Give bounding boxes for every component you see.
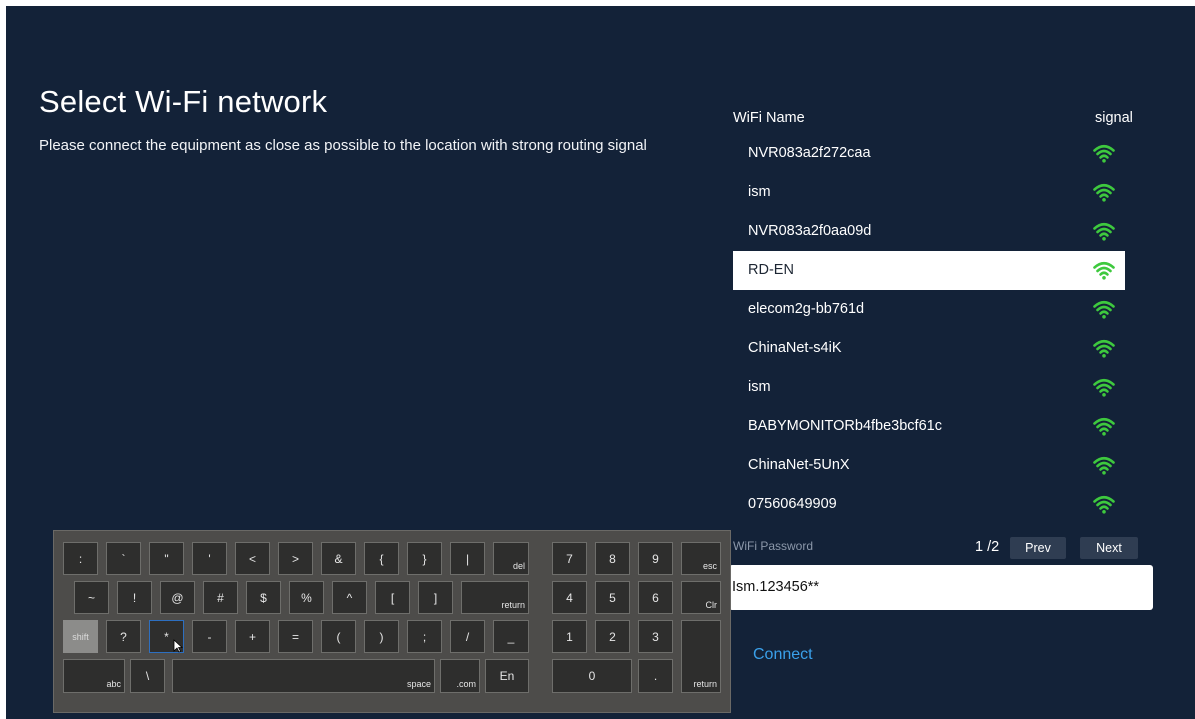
esc-key[interactable]: esc [681, 542, 721, 575]
keyboard-key[interactable]: 8 [595, 542, 630, 575]
keyboard-key[interactable]: . [638, 659, 673, 693]
keyboard-key[interactable]: 2 [595, 620, 630, 653]
keyboard-key[interactable]: < [235, 542, 270, 575]
keyboard-key[interactable]: # [203, 581, 238, 614]
wifi-signal-icon [1093, 417, 1115, 436]
keyboard-key[interactable]: ) [364, 620, 399, 653]
keyboard-key[interactable]: [ [375, 581, 410, 614]
keyboard-key[interactable]: ! [117, 581, 152, 614]
keyboard-key[interactable]: ( [321, 620, 356, 653]
wifi-network-row[interactable]: NVR083a2f272caa [733, 134, 1125, 173]
wifi-network-row[interactable]: ChinaNet-s4iK [733, 329, 1125, 368]
wifi-network-name: ism [748, 184, 771, 200]
wifi-network-row[interactable]: ChinaNet-5UnX [733, 446, 1125, 485]
wifi-signal-icon [1093, 456, 1115, 475]
keyboard-key[interactable]: 9 [638, 542, 673, 575]
prev-page-button[interactable]: Prev [1010, 537, 1066, 559]
wifi-network-row[interactable]: NVR083a2f0aa09d [733, 212, 1125, 251]
wifi-setup-screen: Select Wi-Fi network Please connect the … [6, 6, 1195, 719]
wifi-signal-icon [1093, 222, 1115, 241]
page-title: Select Wi-Fi network [39, 84, 328, 119]
keyboard-key[interactable]: 4 [552, 581, 587, 614]
keyboard-key[interactable]: + [235, 620, 270, 653]
wifi-network-row[interactable]: elecom2g-bb761d [733, 290, 1125, 329]
next-page-button[interactable]: Next [1080, 537, 1138, 559]
wifi-signal-icon [1093, 495, 1115, 514]
page-indicator: 1 /2 [975, 539, 1000, 555]
space-key[interactable]: space [172, 659, 435, 693]
dotcom-key[interactable]: .com [440, 659, 480, 693]
del-key[interactable]: del [493, 542, 529, 575]
keyboard-key[interactable]: - [192, 620, 227, 653]
wifi-password-label: WiFi Password [733, 539, 814, 553]
wifi-network-name: BABYMONITORb4fbe3bcf61c [748, 418, 942, 434]
language-key[interactable]: En [485, 659, 529, 693]
wifi-network-name: NVR083a2f0aa09d [748, 223, 872, 239]
keyboard-key[interactable]: / [450, 620, 485, 653]
keyboard-key[interactable]: \ [130, 659, 165, 693]
keyboard-key[interactable]: 7 [552, 542, 587, 575]
wifi-network-row[interactable]: 07560649909 [733, 485, 1125, 524]
keyboard-key[interactable]: { [364, 542, 399, 575]
keyboard-key[interactable]: 0 [552, 659, 632, 693]
wifi-signal-icon [1093, 300, 1115, 319]
connect-button[interactable]: Connect [753, 646, 813, 664]
wifi-network-name: ChinaNet-5UnX [748, 457, 850, 473]
keyboard-key[interactable]: & [321, 542, 356, 575]
keyboard-key[interactable]: 1 [552, 620, 587, 653]
mouse-pointer-icon [173, 639, 183, 653]
abc-key[interactable]: abc [63, 659, 125, 693]
return-key[interactable]: return [461, 581, 529, 614]
keyboard-key[interactable]: ` [106, 542, 141, 575]
keyboard-key[interactable]: $ [246, 581, 281, 614]
wifi-network-row[interactable]: BABYMONITORb4fbe3bcf61c [733, 407, 1125, 446]
keyboard-key[interactable]: = [278, 620, 313, 653]
keyboard-key[interactable]: | [450, 542, 485, 575]
keyboard-key[interactable]: % [289, 581, 324, 614]
return-key[interactable]: return [681, 620, 721, 693]
wifi-password-input[interactable]: Ism.123456** [729, 565, 1153, 610]
keyboard-key[interactable]: : [63, 542, 98, 575]
wifi-signal-icon [1093, 261, 1115, 280]
wifi-signal-icon [1093, 378, 1115, 397]
keyboard-key[interactable]: ] [418, 581, 453, 614]
page-subtitle: Please connect the equipment as close as… [39, 137, 647, 154]
keyboard-key[interactable]: ; [407, 620, 442, 653]
clear-key[interactable]: Clr [681, 581, 721, 614]
wifi-network-row[interactable]: ism [733, 173, 1125, 212]
wifi-network-row[interactable]: ism [733, 368, 1125, 407]
wifi-signal-icon [1093, 339, 1115, 358]
keyboard-key[interactable]: 6 [638, 581, 673, 614]
keyboard-key[interactable]: > [278, 542, 313, 575]
wifi-network-name: elecom2g-bb761d [748, 301, 865, 317]
wifi-network-list: NVR083a2f272caa ism NVR083a2f0aa09d RD-EN el… [733, 134, 1125, 524]
wifi-signal-icon [1093, 144, 1115, 163]
keyboard-key[interactable]: } [407, 542, 442, 575]
on-screen-keyboard: : ` " ' < > &{} | del ~! @ # $% ^[] return shift? * - + =()… [53, 530, 731, 713]
wifi-network-row[interactable]: RD-EN [733, 251, 1125, 290]
wifi-network-name: ism [748, 379, 771, 395]
keyboard-key[interactable]: @ [160, 581, 195, 614]
wifi-network-name: ChinaNet-s4iK [748, 340, 842, 356]
keyboard-key[interactable]: " [149, 542, 184, 575]
keyboard-key[interactable]: 3 [638, 620, 673, 653]
wifi-network-name: NVR083a2f272caa [748, 145, 871, 161]
keyboard-key[interactable]: ' [192, 542, 227, 575]
keyboard-key[interactable]: ~ [74, 581, 109, 614]
wifi-network-name: RD-EN [748, 262, 794, 278]
keyboard-key[interactable]: _ [493, 620, 529, 653]
keyboard-key[interactable]: 5 [595, 581, 630, 614]
wifi-signal-icon [1093, 183, 1115, 202]
signal-column-header: signal [1095, 110, 1133, 126]
keyboard-key[interactable]: ^ [332, 581, 367, 614]
wifi-network-name: 07560649909 [748, 496, 837, 512]
wifi-name-column-header: WiFi Name [733, 110, 805, 126]
shift-key[interactable]: shift [63, 620, 98, 653]
keyboard-key[interactable]: ? [106, 620, 141, 653]
